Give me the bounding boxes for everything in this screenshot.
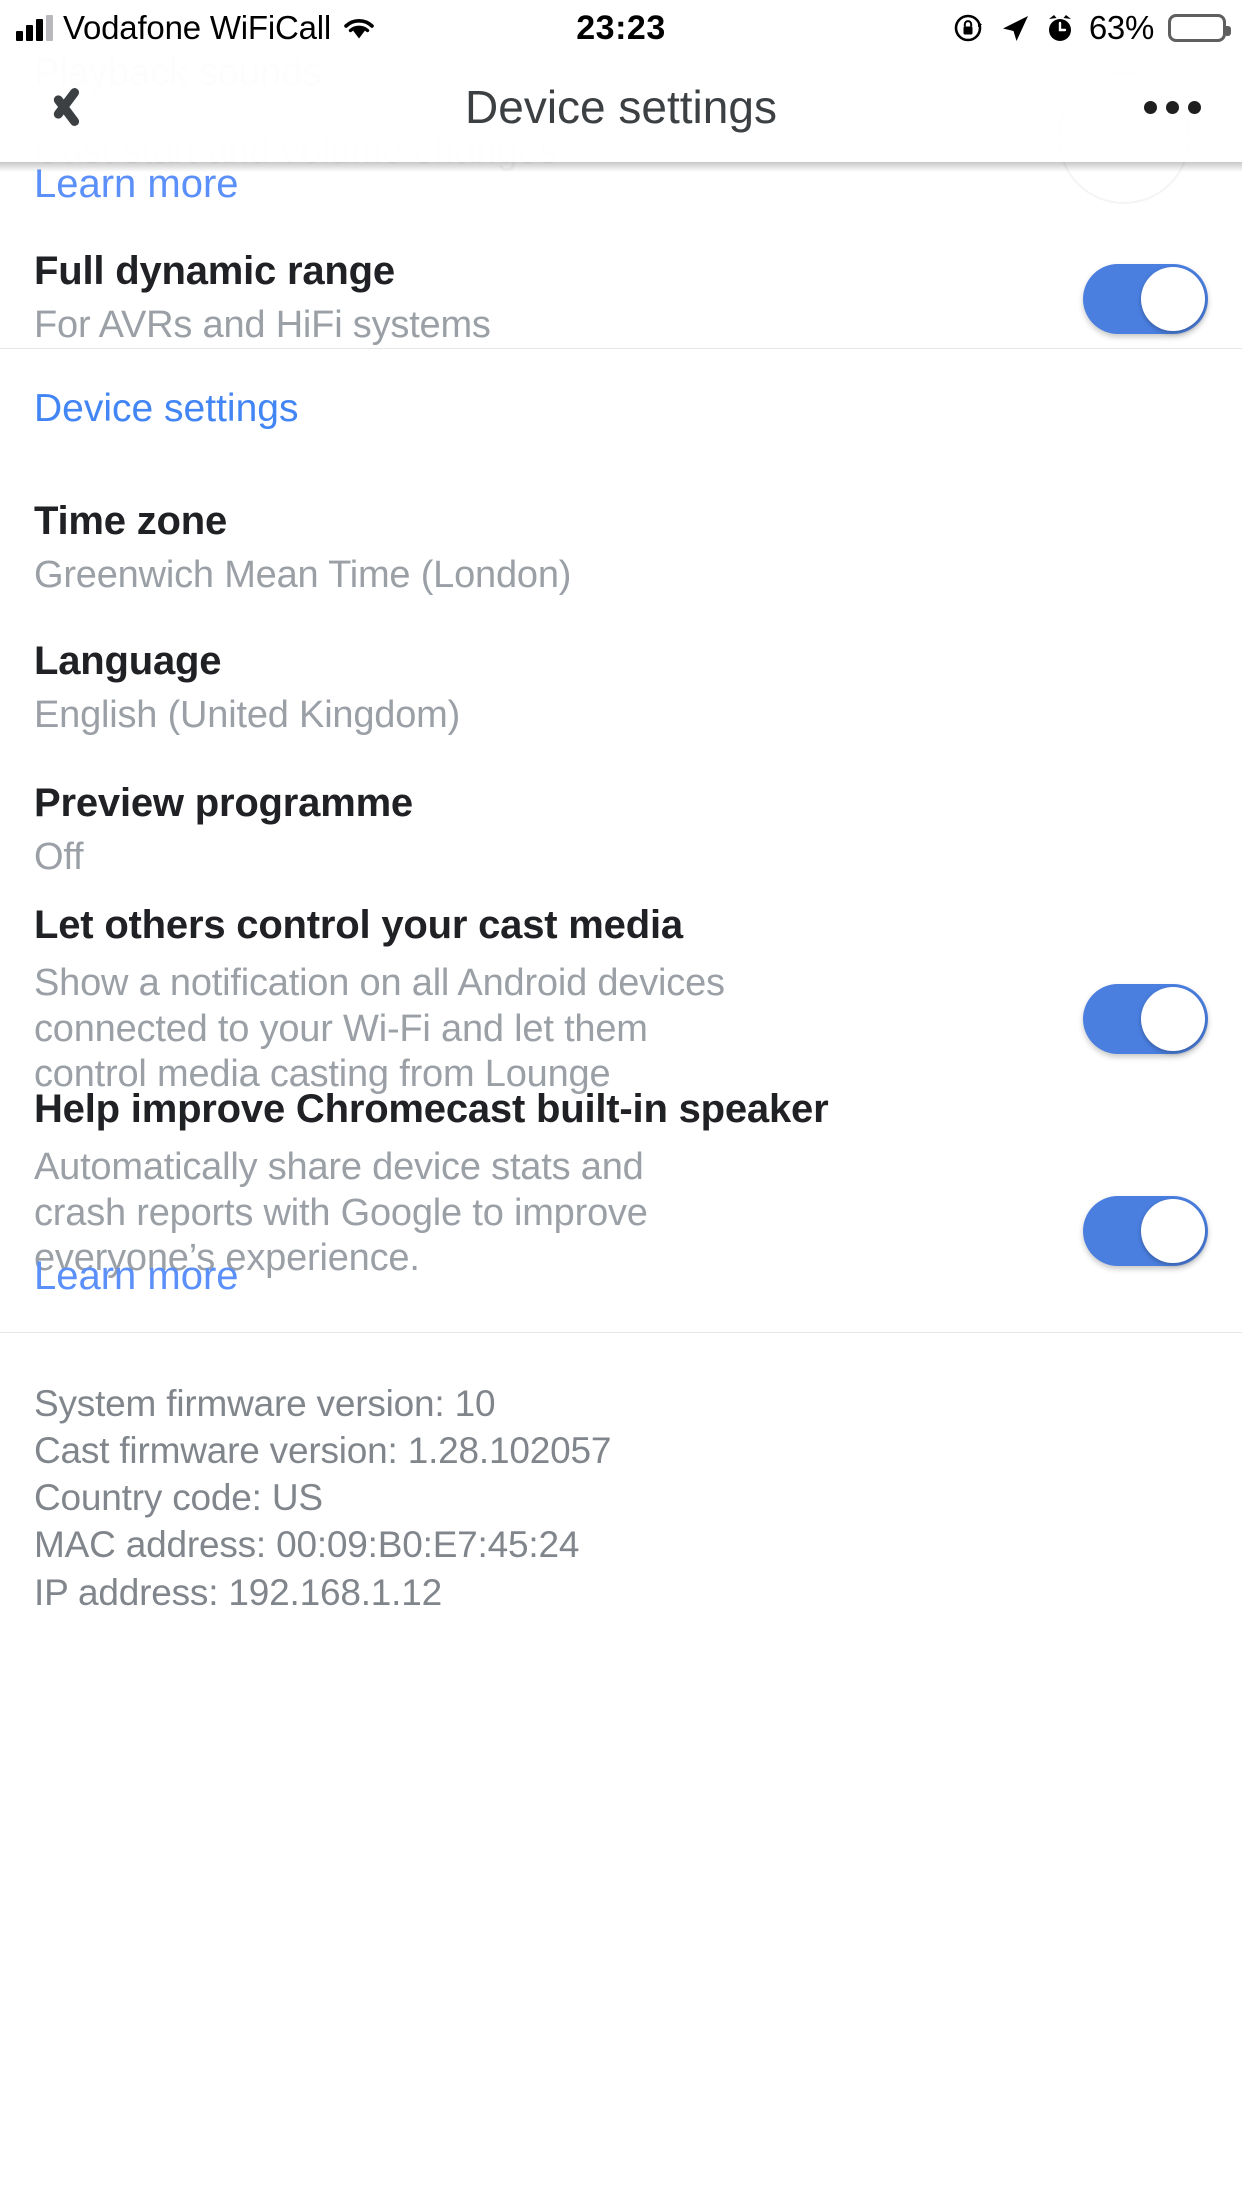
ip-address: IP address: 192.168.1.12: [34, 1571, 442, 1613]
full-dynamic-range-toggle[interactable]: [1083, 264, 1208, 334]
row-full-dynamic-range[interactable]: Full dynamic range For AVRs and HiFi sys…: [0, 248, 1242, 349]
cast-media-toggle[interactable]: [1083, 984, 1208, 1054]
more-horizontal-icon-dot: [1143, 100, 1157, 114]
row-language[interactable]: Language English (United Kingdom): [0, 638, 1242, 739]
rotation-lock-icon: [954, 14, 982, 42]
divider: [0, 348, 1242, 349]
overflow-menu-button[interactable]: [1112, 52, 1232, 162]
header-shadow: [0, 162, 1242, 172]
toggle-knob: [1141, 1199, 1205, 1263]
app-header: Device settings: [0, 52, 1242, 162]
row-cast-media-control[interactable]: Let others control your cast media Show …: [0, 902, 1242, 1098]
system-firmware-version: System firmware version: 10: [34, 1383, 496, 1424]
battery-percent-label: 63%: [1088, 9, 1154, 46]
time-zone-title: Time zone: [34, 499, 228, 543]
device-settings-screen: Vodafone WiFiCall 23:23 63% Device setti…: [0, 0, 1242, 2208]
more-horizontal-icon-dot: [1165, 100, 1179, 114]
help-improve-toggle[interactable]: [1083, 1196, 1208, 1266]
cast-firmware-version: Cast firmware version: 1.28.102057: [34, 1430, 612, 1472]
location-arrow-icon: [1002, 16, 1028, 41]
full-dynamic-range-title: Full dynamic range: [34, 249, 395, 293]
divider: [0, 1332, 1242, 1333]
status-bar: Vodafone WiFiCall 23:23 63%: [0, 0, 1242, 56]
language-value: English (United Kingdom): [34, 694, 461, 737]
settings-scroll-area[interactable]: Learn more Full dynamic range For AVRs a…: [0, 162, 1242, 2208]
full-dynamic-range-subtitle: For AVRs and HiFi systems: [34, 304, 491, 347]
help-improve-title: Help improve Chromecast built-in speaker: [34, 1087, 829, 1131]
more-horizontal-icon-dot: [1187, 100, 1201, 114]
preview-programme-value: Off: [34, 836, 84, 879]
battery-icon: [1168, 14, 1231, 42]
learn-more-bottom-link[interactable]: Learn more: [0, 1254, 273, 1298]
time-zone-value: Greenwich Mean Time (London): [34, 554, 572, 597]
page-title: Device settings: [465, 81, 777, 133]
toggle-knob: [1141, 267, 1205, 331]
preview-programme-title: Preview programme: [34, 781, 413, 825]
cast-media-subtitle: Show a notification on all Android devic…: [34, 962, 725, 1096]
row-help-improve[interactable]: Help improve Chromecast built-in speaker…: [0, 1086, 1242, 1282]
row-preview-programme[interactable]: Preview programme Off: [0, 780, 1242, 881]
alarm-clock-icon: [1048, 15, 1071, 41]
section-header-device-settings: Device settings: [0, 387, 332, 431]
device-info-block: System firmware version: 10 Cast firmwar…: [0, 1380, 645, 1616]
row-time-zone[interactable]: Time zone Greenwich Mean Time (London): [0, 498, 1242, 599]
mac-address: MAC address: 00:09:B0:E7:45:24: [34, 1524, 580, 1566]
cast-media-title: Let others control your cast media: [34, 903, 683, 947]
status-bar-right: 63%: [953, 9, 1231, 47]
section-header-label: Device settings: [34, 387, 299, 430]
country-code: Country code: US: [34, 1477, 323, 1519]
language-title: Language: [34, 639, 222, 683]
toggle-knob: [1141, 987, 1205, 1051]
learn-more-bottom-label: Learn more: [34, 1254, 239, 1298]
